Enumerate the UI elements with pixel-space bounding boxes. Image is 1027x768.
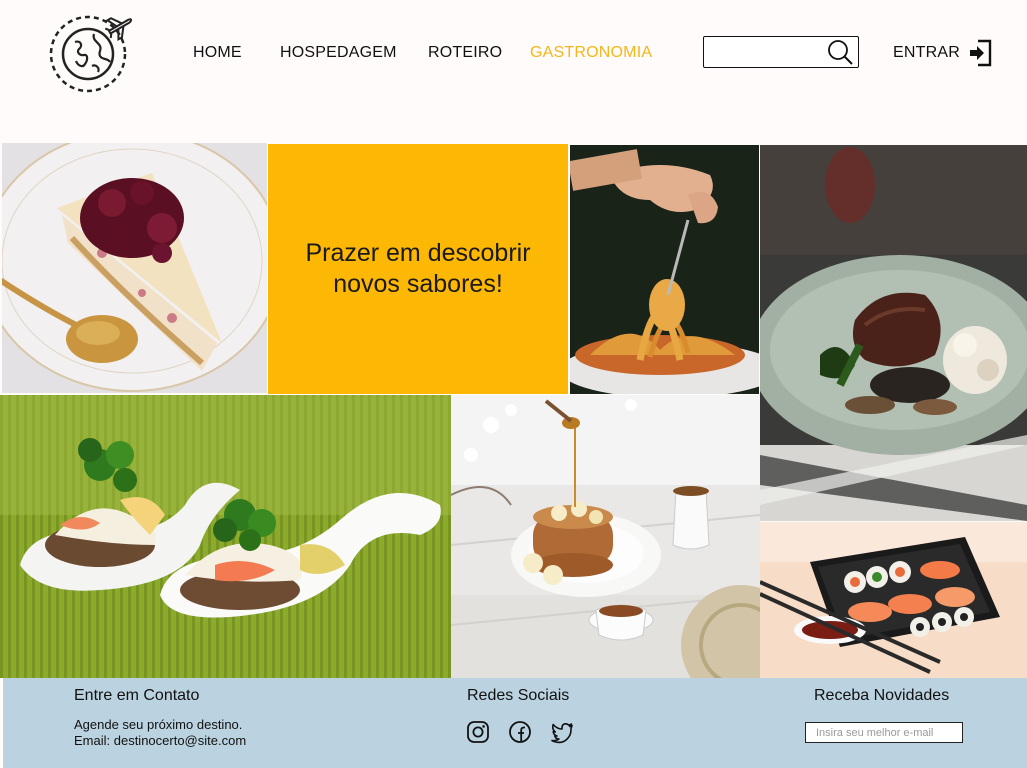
login-button[interactable]: ENTRAR [893, 38, 993, 68]
nav-gastronomia[interactable]: GASTRONOMIA [530, 44, 652, 62]
photo-pancakes [451, 395, 760, 678]
facebook-icon[interactable] [508, 720, 532, 744]
search-box [703, 36, 859, 68]
twitter-icon[interactable] [550, 720, 574, 744]
photo-sushi [760, 522, 1027, 678]
search-icon[interactable] [827, 39, 854, 66]
nav-hospedagem[interactable]: HOSPEDAGEM [280, 44, 397, 62]
site-footer: Entre em Contato Agende seu próximo dest… [3, 678, 1027, 768]
instagram-icon[interactable] [466, 720, 490, 744]
site-header: HOME HOSPEDAGEM ROTEIRO GASTRONOMIA ENTR… [0, 0, 1027, 142]
newsletter-title: Receba Novidades [814, 687, 950, 704]
feature-banner: Prazer em descobrir novos sabores! [268, 144, 568, 394]
feature-line-2: novos sabores! [333, 270, 503, 298]
login-label: ENTRAR [893, 44, 960, 61]
photo-pasta [570, 145, 759, 394]
social-title: Redes Sociais [467, 687, 570, 704]
photo-steak [760, 145, 1027, 521]
nav-home[interactable]: HOME [193, 44, 242, 62]
feature-text: Prazer em descobrir novos sabores! [305, 238, 530, 300]
newsletter-email-input[interactable] [814, 723, 968, 743]
photo-appetizer [0, 395, 451, 678]
globe-plane-logo[interactable] [48, 12, 133, 96]
search-input[interactable] [710, 37, 832, 67]
feature-line-1: Prazer em descobrir [305, 239, 531, 267]
nav-roteiro[interactable]: ROTEIRO [428, 44, 502, 62]
contact-email: Email: destinocerto@site.com [74, 733, 247, 748]
newsletter-box [805, 722, 968, 743]
contact-title: Entre em Contato [74, 687, 200, 704]
sign-in-icon [969, 39, 992, 67]
contact-line-1: Agende seu próximo destino. [74, 717, 243, 732]
photo-cake [2, 143, 267, 393]
